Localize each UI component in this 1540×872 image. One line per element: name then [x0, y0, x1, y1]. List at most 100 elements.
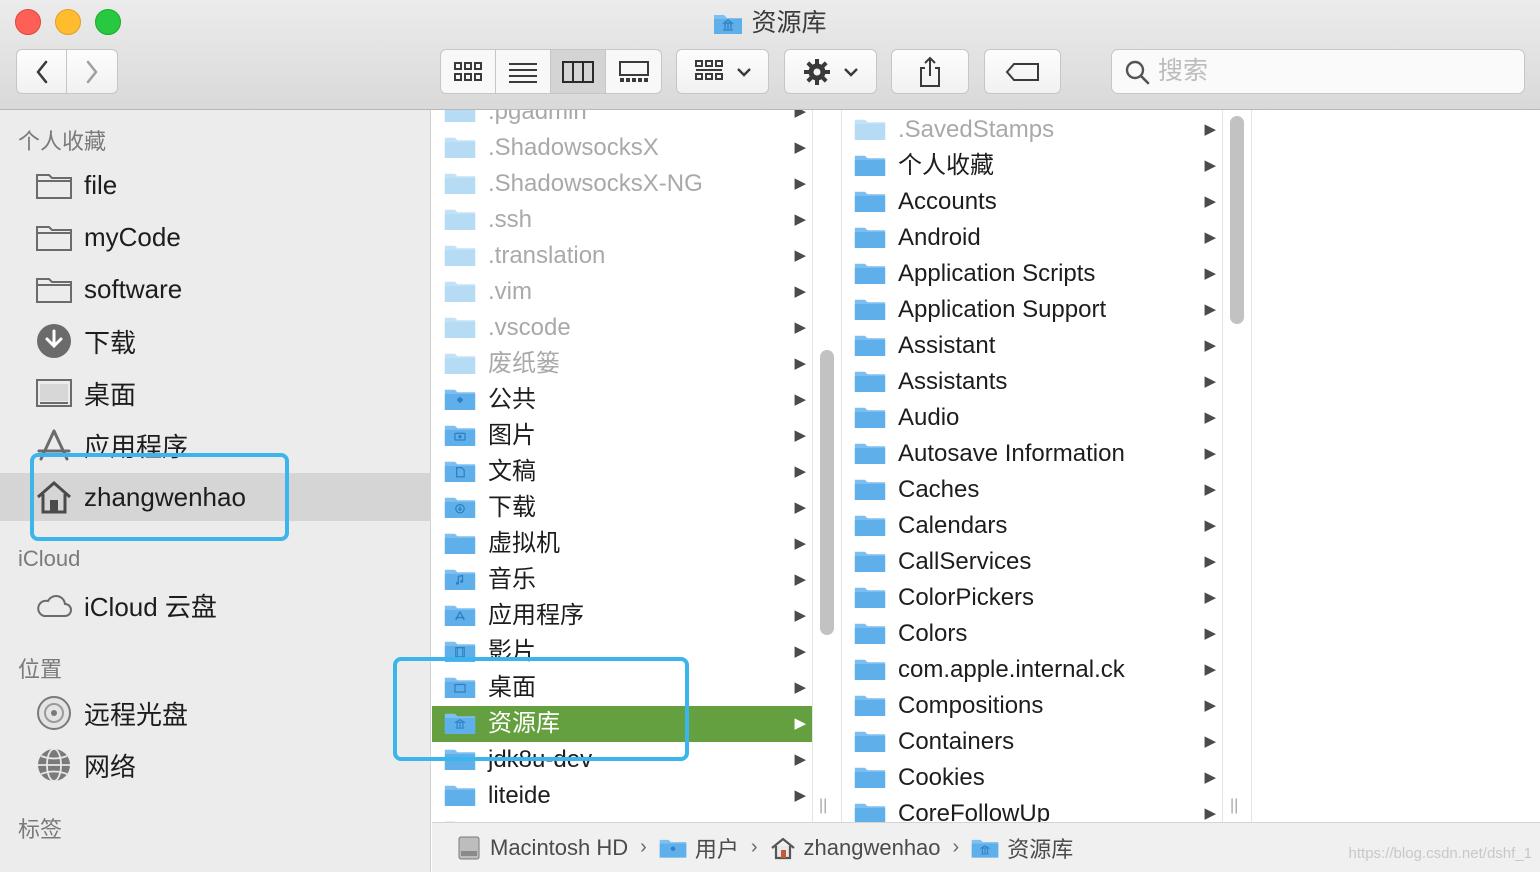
- action-menu-button[interactable]: [784, 49, 877, 94]
- item-name: 影片: [488, 638, 536, 665]
- list-item[interactable]: Compositions ▶: [842, 688, 1222, 724]
- column-resize-handle[interactable]: ||: [1230, 797, 1238, 815]
- list-item[interactable]: Colors ▶: [842, 616, 1222, 652]
- column1-scrollbar[interactable]: [820, 350, 834, 635]
- list-item[interactable]: ColorPickers ▶: [842, 580, 1222, 616]
- sidebar-item-downloads[interactable]: 下载: [0, 317, 431, 365]
- item-name: Accounts: [898, 188, 997, 215]
- list-item[interactable]: Containers ▶: [842, 724, 1222, 760]
- folder-icon: [659, 837, 687, 859]
- path-segment[interactable]: 用户: [659, 832, 739, 864]
- list-item[interactable]: 图片 ▶: [432, 418, 812, 454]
- list-item[interactable]: jdk8u-dev ▶: [432, 742, 812, 778]
- list-item[interactable]: .ssh ▶: [432, 202, 812, 238]
- list-item[interactable]: Calendars ▶: [842, 508, 1222, 544]
- list-item[interactable]: CoreFollowUp ▶: [842, 796, 1222, 822]
- network-icon: [35, 747, 73, 783]
- list-item[interactable]: Application Support ▶: [842, 292, 1222, 328]
- disclosure-arrow-icon: ▶: [794, 427, 806, 444]
- share-button[interactable]: [891, 49, 969, 94]
- list-item[interactable]: Assistants ▶: [842, 364, 1222, 400]
- list-item[interactable]: 个人收藏 ▶: [842, 148, 1222, 184]
- item-name: ColorPickers: [898, 584, 1035, 611]
- item-name: Autosave Information: [898, 440, 1125, 467]
- list-item[interactable]: Application Scripts ▶: [842, 256, 1222, 292]
- folder-icon: [854, 260, 886, 291]
- sidebar-item-desktop[interactable]: 桌面: [0, 369, 431, 417]
- sidebar-item-icloud-drive[interactable]: iCloud 云盘: [0, 581, 431, 629]
- folder-icon: [854, 728, 886, 759]
- list-item[interactable]: Assistant ▶: [842, 328, 1222, 364]
- disclosure-arrow-icon: ▶: [794, 499, 806, 516]
- list-item[interactable]: 文稿 ▶: [432, 454, 812, 490]
- column-resize-handle[interactable]: ||: [819, 797, 827, 815]
- list-item[interactable]: .ShadowsocksX ▶: [432, 130, 812, 166]
- list-item[interactable]: com.apple.internal.ck ▶: [842, 652, 1222, 688]
- list-item[interactable]: Audio ▶: [842, 400, 1222, 436]
- item-name: 音乐: [488, 566, 536, 593]
- search-field[interactable]: [1111, 49, 1525, 94]
- forward-button[interactable]: [67, 50, 117, 93]
- list-view-button[interactable]: [496, 50, 551, 93]
- list-item[interactable]: 桌面 ▶: [432, 670, 812, 706]
- disclosure-arrow-icon: ▶: [794, 787, 806, 804]
- list-item[interactable]: 废纸篓 ▶: [432, 346, 812, 382]
- list-item[interactable]: .pgadmin ▶: [432, 110, 812, 130]
- column-divider[interactable]: [812, 110, 813, 822]
- sidebar-item-file[interactable]: file: [0, 161, 431, 209]
- list-item[interactable]: .ShadowsocksX-NG ▶: [432, 166, 812, 202]
- list-item[interactable]: 音乐 ▶: [432, 562, 812, 598]
- list-item[interactable]: Cookies ▶: [842, 760, 1222, 796]
- folder-icon: [854, 548, 886, 579]
- list-item-selected[interactable]: 资源库 ▶: [432, 706, 812, 742]
- sidebar-item-software[interactable]: software: [0, 265, 431, 313]
- column2-scrollbar[interactable]: [1230, 116, 1244, 324]
- sidebar-item-remote-disc[interactable]: 远程光盘: [0, 689, 431, 737]
- sidebar-item-applications[interactable]: 应用程序: [0, 421, 431, 469]
- list-item[interactable]: 应用程序 ▶: [432, 598, 812, 634]
- item-name: 公共: [488, 386, 536, 413]
- list-item[interactable]: Caches ▶: [842, 472, 1222, 508]
- item-name: Colors: [898, 620, 968, 647]
- list-item[interactable]: liteide ▶: [432, 778, 812, 814]
- path-segment-label: Macintosh HD: [490, 834, 629, 860]
- sidebar-item-network[interactable]: 网络: [0, 741, 431, 789]
- disclosure-arrow-icon: ▶: [794, 607, 806, 624]
- list-item[interactable]: 公共 ▶: [432, 382, 812, 418]
- path-segment[interactable]: Macintosh HD: [456, 835, 628, 861]
- list-item[interactable]: .vscode ▶: [432, 310, 812, 346]
- sidebar-item-mycode[interactable]: myCode: [0, 213, 431, 261]
- search-input[interactable]: [1158, 57, 1498, 86]
- disclosure-arrow-icon: ▶: [794, 535, 806, 552]
- list-item[interactable]: Postman ▶: [432, 814, 812, 822]
- item-name: Android: [898, 224, 981, 251]
- list-item[interactable]: CallServices ▶: [842, 544, 1222, 580]
- back-button[interactable]: [17, 50, 67, 93]
- gallery-view-button[interactable]: [606, 50, 661, 93]
- column-home-contents[interactable]: .pgadmin ▶ .ShadowsocksX ▶ .ShadowsocksX-NG ▶…: [432, 110, 812, 822]
- window-toolbar: 资源库: [0, 0, 1540, 110]
- path-segment[interactable]: zhangwenhao: [770, 835, 941, 861]
- column-library-contents[interactable]: .SavedStamps ▶ 个人收藏 ▶ Accounts ▶ Android ▶ Appli…: [842, 110, 1222, 822]
- list-item[interactable]: .vim ▶: [432, 274, 812, 310]
- list-item[interactable]: 下载 ▶: [432, 490, 812, 526]
- sidebar-heading-favorites: 个人收藏: [18, 129, 107, 154]
- sidebar-item-label: zhangwenhao: [84, 481, 246, 512]
- column-divider: [1222, 110, 1223, 822]
- list-item[interactable]: Autosave Information ▶: [842, 436, 1222, 472]
- icon-view-button[interactable]: [441, 50, 496, 93]
- list-item[interactable]: .SavedStamps ▶: [842, 112, 1222, 148]
- list-item[interactable]: 影片 ▶: [432, 634, 812, 670]
- list-item[interactable]: Android ▶: [842, 220, 1222, 256]
- list-item[interactable]: .translation ▶: [432, 238, 812, 274]
- sidebar-item-home[interactable]: zhangwenhao: [0, 473, 431, 521]
- disclosure-arrow-icon: ▶: [1204, 409, 1216, 426]
- item-name: .ssh: [488, 206, 533, 233]
- path-segment[interactable]: 资源库: [971, 832, 1073, 864]
- group-by-button[interactable]: [676, 49, 769, 94]
- list-item[interactable]: Accounts ▶: [842, 184, 1222, 220]
- tag-button[interactable]: [984, 49, 1061, 94]
- list-item[interactable]: 虚拟机 ▶: [432, 526, 812, 562]
- sidebar-item-label: iCloud 云盘: [84, 591, 217, 622]
- column-view-button[interactable]: [551, 50, 606, 93]
